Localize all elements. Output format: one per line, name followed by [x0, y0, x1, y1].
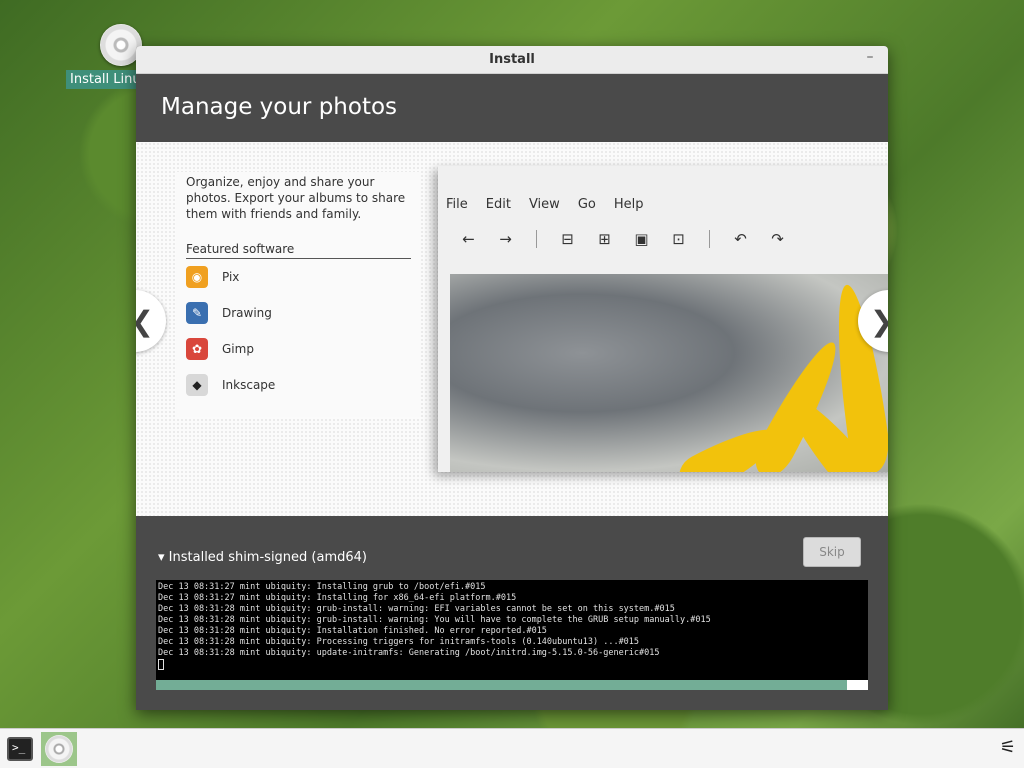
log-line: Dec 13 08:31:28 mint ubiquity: grub-inst… — [158, 604, 675, 614]
network-icon[interactable]: ⚟ — [1000, 737, 1016, 758]
toolbar-separator — [709, 230, 710, 248]
log-line: Dec 13 08:31:28 mint ubiquity: update-in… — [158, 648, 660, 658]
featured-app-label: Gimp — [222, 342, 254, 356]
terminal-icon: >_ — [7, 737, 33, 761]
screenshot-menu-item: Edit — [485, 197, 511, 212]
desktop-icon-label: Install Linu — [66, 70, 145, 89]
taskbar-installer-button[interactable] — [41, 732, 77, 766]
slide-header: Manage your photos — [136, 74, 888, 142]
featured-app-list: ◉ Pix ✎ Drawing ✿ Gimp ◆ Inkscape — [186, 259, 411, 403]
rotate-left-icon: ↶ — [734, 230, 747, 248]
screenshot-menubar: File Edit View Go Help — [446, 197, 643, 212]
screenshot-menu-item: Go — [577, 197, 596, 212]
installer-window: Install – Manage your photos Organize, e… — [136, 46, 888, 710]
title-bar[interactable]: Install – — [136, 46, 888, 74]
zoom-fit-icon: ⊡ — [672, 230, 685, 248]
pix-icon: ◉ — [186, 266, 208, 288]
install-progress-bar — [156, 680, 868, 690]
toolbar-separator — [536, 230, 537, 248]
rotate-right-icon: ↷ — [771, 230, 784, 248]
log-line: Dec 13 08:31:27 mint ubiquity: Installin… — [158, 582, 486, 592]
forward-arrow-icon: → — [499, 230, 512, 248]
featured-app-inkscape: ◆ Inkscape — [186, 367, 411, 403]
log-line: Dec 13 08:31:27 mint ubiquity: Installin… — [158, 593, 517, 603]
window-title: Install — [489, 52, 535, 67]
log-line: Dec 13 08:31:28 mint ubiquity: grub-inst… — [158, 615, 711, 625]
disc-icon — [45, 735, 73, 763]
screenshot-menu-item: File — [446, 197, 468, 212]
featured-app-label: Drawing — [222, 306, 272, 320]
screenshot-menu-item: Help — [613, 197, 644, 212]
taskbar: >_ ⚟ — [0, 728, 1024, 768]
status-expander[interactable]: ▾ Installed shim-signed (amd64) — [158, 550, 367, 565]
slideshow: Organize, enjoy and share your photos. E… — [136, 142, 888, 516]
zoom-out-icon: ⊟ — [561, 230, 574, 248]
drawing-icon: ✎ — [186, 302, 208, 324]
minimize-button[interactable]: – — [862, 50, 878, 66]
screenshot-toolbar: ← → ⊟ ⊞ ▣ ⊡ ↶ ↷ — [450, 230, 796, 248]
featured-app-gimp: ✿ Gimp — [186, 331, 411, 367]
slide-text-panel: Organize, enjoy and share your photos. E… — [176, 172, 421, 417]
log-line: Dec 13 08:31:28 mint ubiquity: Installat… — [158, 626, 547, 636]
zoom-normal-icon: ▣ — [634, 230, 649, 248]
log-line: Dec 13 08:31:28 mint ubiquity: Processin… — [158, 637, 640, 647]
app-screenshot: File Edit View Go Help ← → ⊟ ⊞ ▣ ⊡ ↶ ↷ — [438, 166, 888, 472]
skip-button[interactable]: Skip — [803, 537, 861, 567]
status-row: ▾ Installed shim-signed (amd64) Skip — [136, 516, 888, 578]
install-log-terminal[interactable]: Dec 13 08:31:27 mint ubiquity: Installin… — [156, 580, 868, 680]
screenshot-menu-item: View — [528, 197, 560, 212]
status-text: Installed shim-signed (amd64) — [168, 550, 367, 565]
featured-app-label: Inkscape — [222, 378, 276, 392]
back-arrow-icon: ← — [462, 230, 475, 248]
zoom-in-icon: ⊞ — [598, 230, 611, 248]
expander-triangle-icon: ▾ — [158, 550, 165, 565]
inkscape-icon: ◆ — [186, 374, 208, 396]
featured-app-drawing: ✎ Drawing — [186, 295, 411, 331]
slide-heading: Manage your photos — [161, 94, 398, 120]
taskbar-terminal-button[interactable]: >_ — [2, 732, 38, 766]
gimp-icon: ✿ — [186, 338, 208, 360]
install-progress-fill — [156, 680, 847, 690]
featured-app-pix: ◉ Pix — [186, 259, 411, 295]
previous-slide-button[interactable]: ❮ — [136, 290, 166, 352]
flower-photo — [450, 274, 888, 472]
featured-app-label: Pix — [222, 270, 240, 284]
terminal-cursor — [158, 659, 164, 670]
slide-description: Organize, enjoy and share your photos. E… — [186, 175, 406, 221]
featured-software-title: Featured software — [186, 242, 411, 259]
